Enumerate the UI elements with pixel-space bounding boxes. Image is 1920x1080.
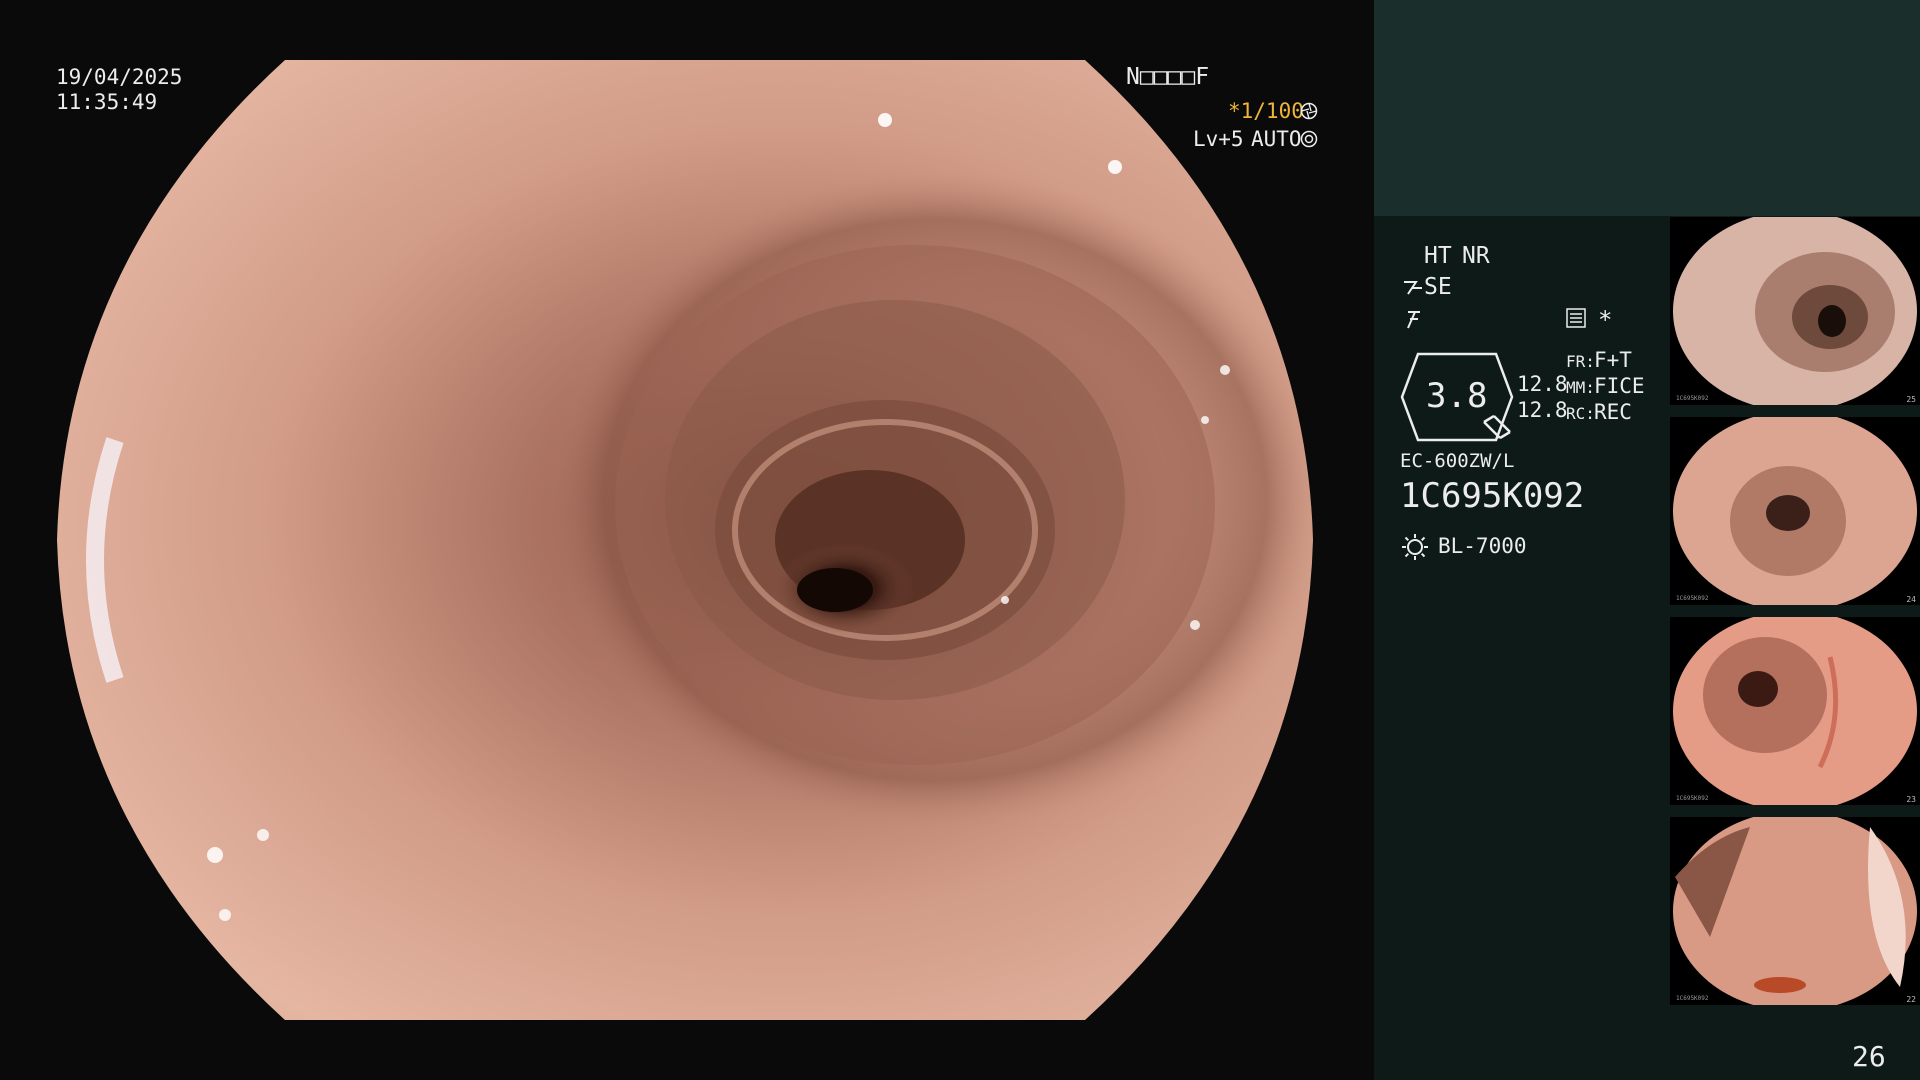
endoscope-image [57, 60, 1313, 1020]
iris-mode: AUTO [1251, 127, 1302, 151]
mm-value: FICE [1594, 374, 1645, 398]
exam-date: 19/04/2025 [56, 65, 183, 89]
nr-indicator: NR [1462, 243, 1490, 269]
patient-code: N□□□□F [1126, 64, 1210, 90]
aperture-icon [1300, 102, 1318, 120]
rc-label: RC: [1566, 404, 1595, 423]
zoom-value: 3.8 [1426, 376, 1488, 416]
thumbnail-4[interactable]: 1C695K092 22 [1670, 817, 1920, 1005]
thumbnail-3[interactable]: 1C695K092 23 [1670, 617, 1920, 805]
thumbnail-2[interactable]: 1C695K092 24 [1670, 417, 1920, 605]
endoscope-view: 19/04/2025 11:35:49 N□□□□F *1/100 Lv+5 A… [0, 0, 1370, 1080]
rc-value: REC [1594, 400, 1632, 424]
scope-model: EC-600ZW/L [1400, 450, 1515, 472]
fr-value: F+T [1594, 348, 1632, 372]
value-1: 12.8 [1517, 372, 1568, 396]
exam-time: 11:35:49 [56, 90, 158, 114]
thumbnail-1[interactable]: 1C695K092 25 [1670, 217, 1920, 405]
settings-list-icon [1566, 308, 1586, 328]
light-source: BL-7000 [1438, 534, 1527, 558]
asterisk-icon: * [1598, 306, 1613, 334]
freeze-icon [1407, 311, 1420, 329]
light-source-icon [1402, 534, 1428, 560]
se-indicator: SE [1424, 274, 1452, 300]
image-count: 26 [1852, 1040, 1886, 1073]
ht-indicator: HT [1424, 243, 1452, 269]
fr-label: FR: [1566, 352, 1595, 371]
shutter-speed: *1/100 [1228, 99, 1304, 123]
iris-icon [1300, 130, 1318, 148]
value-2: 12.8 [1517, 398, 1568, 422]
enhancement-icon [1404, 281, 1422, 295]
panel-header-area [1374, 0, 1920, 216]
mm-label: MM: [1566, 378, 1595, 397]
gain-level: Lv+5 [1193, 127, 1244, 151]
scope-serial: 1C695K092 [1400, 476, 1585, 516]
